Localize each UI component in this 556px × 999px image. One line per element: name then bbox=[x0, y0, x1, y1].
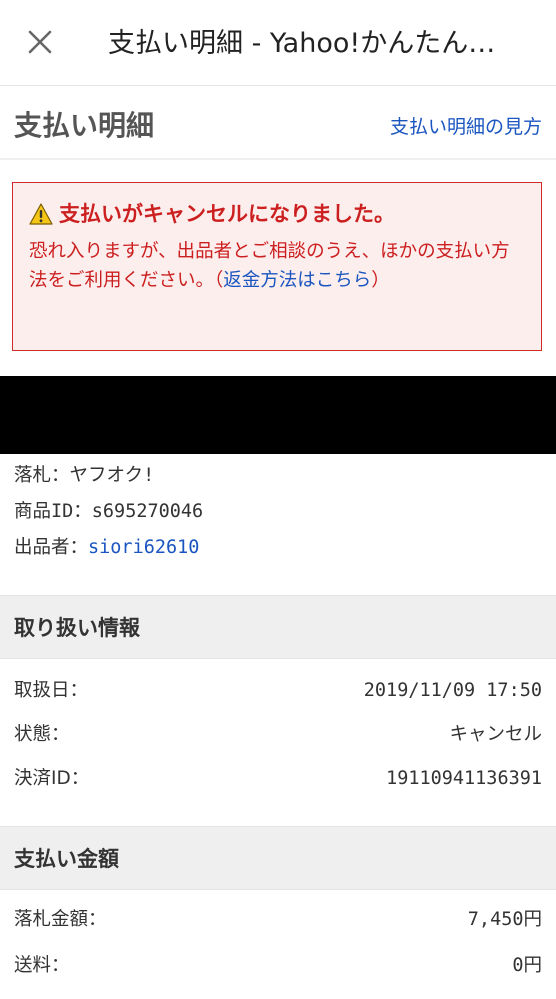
row-label: 取扱日： bbox=[14, 680, 89, 701]
refund-method-link[interactable]: 返金方法はこちら bbox=[223, 270, 371, 291]
top-bar: 支払い明細 - Yahoo!かんたん… bbox=[0, 0, 556, 86]
row-label: 状態： bbox=[14, 724, 70, 745]
alert-body: 恐れ入りますが、出品者とご相談のうえ、ほかの支払い方法をご利用ください。（返金方… bbox=[29, 237, 525, 295]
row-label: 決済ID： bbox=[14, 768, 90, 789]
seller-line: 出品者：siori62610 bbox=[14, 530, 544, 566]
alert-title: 支払いがキャンセルになりました。 bbox=[29, 197, 525, 231]
page-header: 支払い明細 支払い明細の見方 bbox=[0, 96, 556, 160]
row-value: 0円 bbox=[512, 955, 542, 976]
row-label: 落札金額： bbox=[14, 909, 107, 930]
handling-section-header: 取り扱い情報 bbox=[0, 595, 556, 659]
cancel-alert: 支払いがキャンセルになりました。 恐れ入りますが、出品者とご相談のうえ、ほかの支… bbox=[12, 182, 542, 351]
row-value: 7,450円 bbox=[467, 909, 542, 930]
row-value: 2019/11/09 17:50 bbox=[363, 680, 542, 701]
payment-section-title: 支払い金額 bbox=[14, 847, 119, 871]
redacted-area bbox=[0, 376, 556, 454]
handling-row-status: 状態： キャンセル bbox=[0, 713, 556, 757]
item-id-value: s695270046 bbox=[91, 501, 204, 522]
payment-row-winning-price: 落札金額： 7,450円 bbox=[0, 898, 556, 942]
alert-title-text: 支払いがキャンセルになりました。 bbox=[59, 202, 395, 226]
close-icon bbox=[28, 30, 52, 54]
warning-icon bbox=[29, 203, 53, 225]
item-id-label: 商品ID： bbox=[14, 501, 92, 522]
close-button[interactable] bbox=[22, 24, 58, 60]
alert-body-suffix: ） bbox=[371, 270, 390, 291]
page-title: 支払い明細 bbox=[14, 109, 155, 142]
window-title: 支払い明細 - Yahoo!かんたん… bbox=[108, 28, 496, 59]
handling-section-title: 取り扱い情報 bbox=[14, 616, 140, 640]
winner-label: 落札： bbox=[14, 465, 70, 486]
winner-line: 落札：ヤフオク! bbox=[14, 458, 544, 494]
payment-section-header: 支払い金額 bbox=[0, 826, 556, 890]
handling-row-payment-id: 決済ID： 19110941136391 bbox=[0, 757, 556, 801]
item-id-line: 商品ID：s695270046 bbox=[14, 494, 544, 530]
row-value: 19110941136391 bbox=[386, 768, 542, 789]
handling-row-date: 取扱日： 2019/11/09 17:50 bbox=[0, 669, 556, 713]
item-info: 落札：ヤフオク! 商品ID：s695270046 出品者：siori62610 bbox=[14, 458, 544, 566]
row-label: 送料： bbox=[14, 955, 70, 976]
row-value: キャンセル bbox=[449, 724, 542, 745]
help-link[interactable]: 支払い明細の見方 bbox=[390, 112, 542, 142]
winner-value: ヤフオク! bbox=[69, 465, 155, 486]
seller-link[interactable]: siori62610 bbox=[88, 537, 199, 558]
payment-row-shipping: 送料： 0円 bbox=[0, 944, 556, 988]
seller-label: 出品者： bbox=[14, 537, 89, 558]
